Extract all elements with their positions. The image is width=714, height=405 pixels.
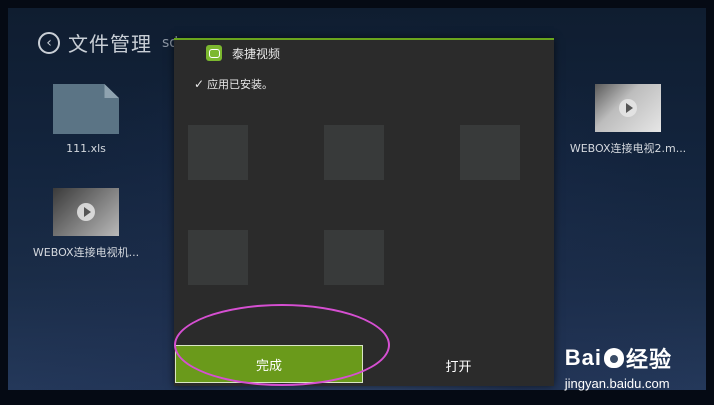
dialog-header: 泰捷视频 [174,40,554,66]
file-name: WEBOX连接电视机... [32,246,140,259]
file-name: WEBOX连接电视2.m... [569,142,687,155]
file-item-video-1[interactable]: WEBOX连接电视机... [16,188,156,260]
file-manager-screen: ‹ 文件管理 sd 111.xls WEBOX连接电视2.m... WEBOX连… [8,8,706,390]
header: ‹ 文件管理 sd [38,28,178,57]
video-thumbnail [53,188,119,236]
chevron-left-icon[interactable]: ‹ [38,31,60,54]
status-message: 应用已安装。 [207,78,274,91]
watermark-url: jingyan.baidu.com [564,376,670,391]
background-ghost [174,100,554,320]
watermark-logo: Bai 经验 [564,345,672,372]
document-icon [53,84,119,134]
file-name: 111.xls [66,142,106,155]
check-icon: ✓ [194,77,205,91]
highlight-annotation [174,304,390,386]
paw-icon [603,348,624,368]
page-title: 文件管理 [68,32,152,56]
install-status: ✓ 应用已安装。 [174,76,554,92]
tv-app-icon [206,45,222,61]
play-icon [77,203,95,221]
baidu-watermark: Bai 经验 jingyan.baidu.com [565,342,672,391]
file-item-video-2[interactable]: WEBOX连接电视2.m... [558,84,698,156]
file-item-xls[interactable]: 111.xls [16,84,156,155]
play-icon [619,99,637,117]
video-thumbnail [595,84,661,132]
open-button[interactable]: 打开 [363,344,554,386]
app-name: 泰捷视频 [232,46,281,61]
